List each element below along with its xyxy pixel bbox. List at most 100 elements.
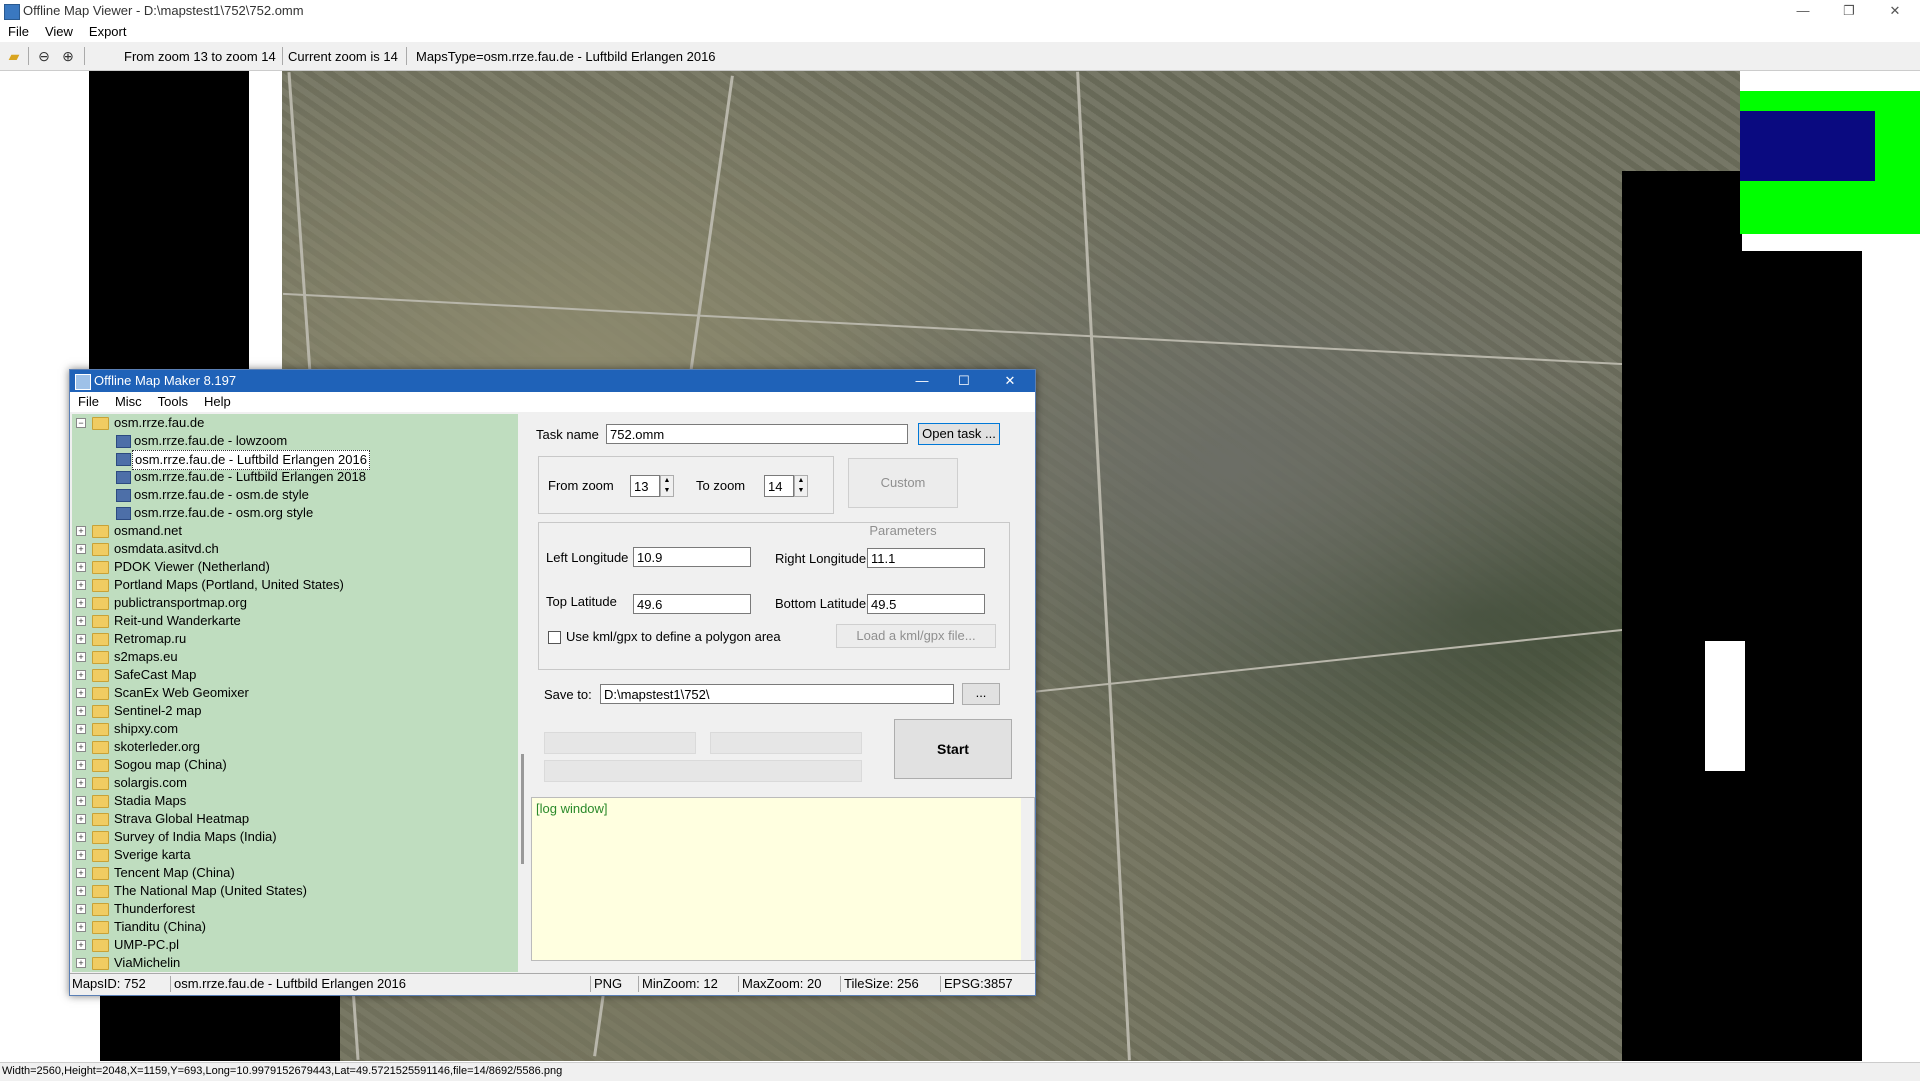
open-folder-icon[interactable]: ▰ <box>6 48 22 64</box>
top-latitude-label: Top Latitude <box>546 594 617 609</box>
no-data-tile <box>1742 251 1862 1061</box>
restore-button[interactable]: ❐ <box>1826 0 1872 22</box>
folder-icon <box>92 633 109 646</box>
bottom-latitude-input[interactable]: 49.5 <box>867 594 985 614</box>
tree-expand-icon[interactable]: + <box>76 652 86 662</box>
menu-export[interactable]: Export <box>81 22 135 42</box>
dialog-minimize-button[interactable]: — <box>900 370 944 392</box>
tree-expand-icon[interactable]: + <box>76 634 86 644</box>
use-kml-label: Use kml/gpx to define a polygon area <box>566 629 781 644</box>
tree-node-label: osm.rrze.fau.de - osm.de style <box>134 487 309 502</box>
folder-icon <box>92 561 109 574</box>
tree-expand-icon[interactable]: + <box>76 904 86 914</box>
tree-expand-icon[interactable]: + <box>76 940 86 950</box>
tree-expand-icon[interactable]: + <box>76 832 86 842</box>
log-window[interactable]: [log window] <box>531 797 1035 961</box>
browse-folder-button[interactable]: ... <box>962 683 1000 705</box>
dialog-menu-misc[interactable]: Misc <box>107 392 150 412</box>
status-separator <box>638 976 639 992</box>
zoom-in-icon[interactable]: ⊕ <box>60 48 76 64</box>
tree-expand-icon[interactable]: + <box>76 958 86 968</box>
dialog-menu-help[interactable]: Help <box>196 392 239 412</box>
map-source-icon <box>116 507 131 520</box>
tree-expand-icon[interactable]: + <box>76 670 86 680</box>
status-format: PNG <box>594 976 623 991</box>
tree-expand-icon[interactable]: + <box>76 706 86 716</box>
road <box>1076 71 1131 1061</box>
save-to-input[interactable]: D:\mapstest1\752\ <box>600 684 954 704</box>
close-button[interactable]: ✕ <box>1872 0 1918 22</box>
to-zoom-input[interactable]: 14 <box>764 475 794 497</box>
tree-expand-icon[interactable]: + <box>76 760 86 770</box>
tree-expand-icon[interactable]: + <box>76 544 86 554</box>
folder-icon <box>92 759 109 772</box>
dialog-close-button[interactable]: ✕ <box>988 370 1032 392</box>
minimize-button[interactable]: — <box>1780 0 1826 22</box>
tree-expand-icon[interactable]: + <box>76 814 86 824</box>
tree-node-label: Stadia Maps <box>114 793 187 808</box>
tree-node-label: Sogou map (China) <box>114 757 227 772</box>
tree-expand-icon[interactable]: + <box>76 598 86 608</box>
load-kml-button[interactable]: Load a kml/gpx file... <box>836 624 996 648</box>
folder-icon <box>92 579 109 592</box>
tree-node-label: solargis.com <box>114 775 187 790</box>
toolbar-separator <box>282 47 283 65</box>
tree-scrollbar[interactable] <box>520 414 526 972</box>
no-data-tile <box>100 991 340 1061</box>
tree-expand-icon[interactable]: + <box>76 724 86 734</box>
tree-node-label: osmand.net <box>114 523 182 538</box>
map-source-icon <box>116 453 131 466</box>
tree-expand-icon[interactable]: + <box>76 742 86 752</box>
folder-icon <box>92 669 109 682</box>
start-button[interactable]: Start <box>894 719 1012 779</box>
folder-icon <box>92 903 109 916</box>
to-zoom-spinner[interactable]: ▲ ▼ <box>794 475 808 497</box>
main-menubar: File View Export <box>0 22 1920 42</box>
tree-expand-icon[interactable]: + <box>76 616 86 626</box>
dialog-menu-tools[interactable]: Tools <box>150 392 196 412</box>
log-text: [log window] <box>536 801 608 816</box>
tree-expand-icon[interactable]: + <box>76 850 86 860</box>
tree-expand-icon[interactable]: + <box>76 868 86 878</box>
tree-node-label: Thunderforest <box>114 901 195 916</box>
tree-expand-icon[interactable]: + <box>76 778 86 788</box>
map-source-icon <box>116 489 131 502</box>
tree-expand-icon[interactable]: + <box>76 580 86 590</box>
tree-expand-icon[interactable]: + <box>76 922 86 932</box>
custom-parameters-button[interactable]: Custom Parameters <box>848 458 958 538</box>
tree-node-label: Portland Maps (Portland, United States) <box>114 577 344 592</box>
right-longitude-input[interactable]: 11.1 <box>867 548 985 568</box>
task-name-input[interactable]: 752.omm <box>606 424 908 444</box>
zoom-out-icon[interactable]: ⊖ <box>36 48 52 64</box>
folder-icon <box>92 723 109 736</box>
zoom-range-text: From zoom 13 to zoom 14 <box>124 49 276 64</box>
folder-icon <box>92 741 109 754</box>
top-latitude-input[interactable]: 49.6 <box>633 594 751 614</box>
menu-file[interactable]: File <box>0 22 37 42</box>
dialog-maximize-button[interactable]: ☐ <box>942 370 986 392</box>
tree-expand-icon[interactable]: + <box>76 796 86 806</box>
tree-expand-icon[interactable]: + <box>76 886 86 896</box>
folder-icon <box>92 615 109 628</box>
status-epsg: EPSG:3857 <box>944 976 1013 991</box>
status-map-name: osm.rrze.fau.de - Luftbild Erlangen 2016 <box>174 976 406 991</box>
tree-expand-icon[interactable]: + <box>76 526 86 536</box>
offline-map-maker-dialog: Offline Map Maker 8.197 — ☐ ✕ File Misc To… <box>69 369 1036 996</box>
open-task-button[interactable]: Open task ... <box>918 423 1000 445</box>
left-longitude-input[interactable]: 10.9 <box>633 547 751 567</box>
tree-collapse-icon[interactable]: − <box>76 418 86 428</box>
tree-node-label: skoterleder.org <box>114 739 200 754</box>
folder-icon <box>92 957 109 970</box>
from-zoom-input[interactable]: 13 <box>630 475 660 497</box>
tree-expand-icon[interactable]: + <box>76 562 86 572</box>
tree-expand-icon[interactable]: + <box>76 688 86 698</box>
tree-node-label: osm.rrze.fau.de <box>114 415 205 430</box>
log-scrollbar[interactable] <box>1021 798 1034 960</box>
use-kml-checkbox[interactable] <box>548 631 561 644</box>
dialog-menu-file[interactable]: File <box>70 392 107 412</box>
from-zoom-spinner[interactable]: ▲ ▼ <box>660 475 674 497</box>
tree-scroll-thumb[interactable] <box>521 754 524 864</box>
toolbar-separator <box>28 47 29 65</box>
map-source-tree[interactable]: − osm.rrze.fau.de osm.rrze.fau.de - lowzoo… <box>72 414 518 972</box>
menu-view[interactable]: View <box>37 22 81 42</box>
